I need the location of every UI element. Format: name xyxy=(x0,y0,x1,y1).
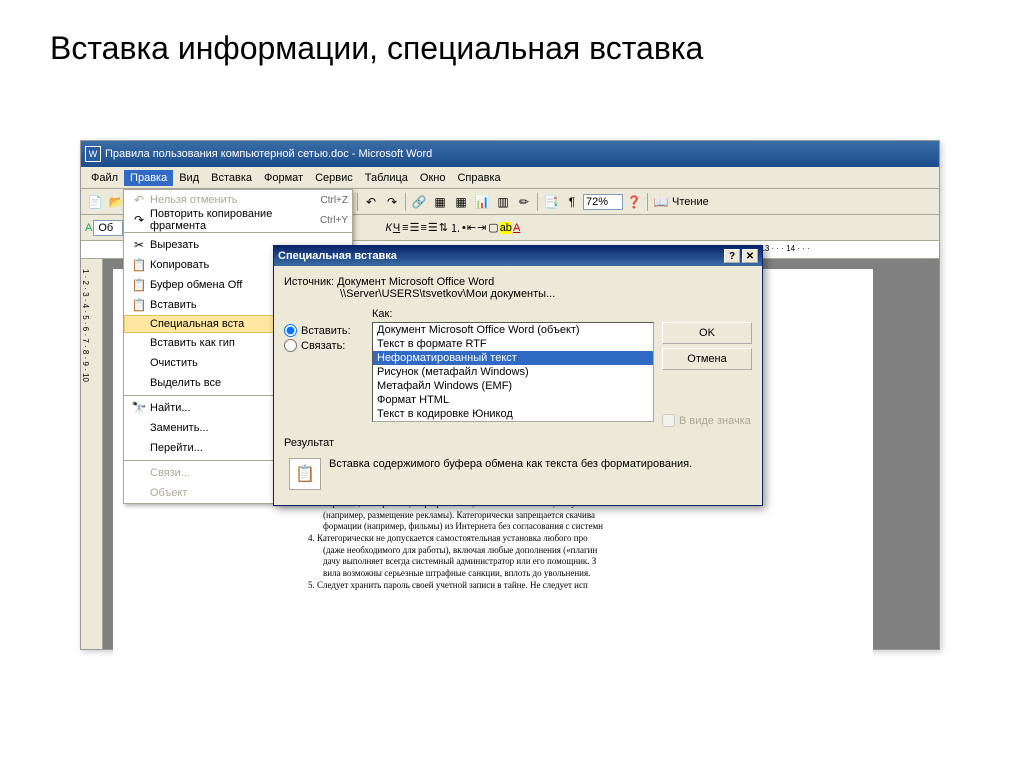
menu-format[interactable]: Формат xyxy=(258,170,309,186)
radio-paste[interactable]: Вставить: xyxy=(284,324,364,337)
doc-line: 4. Категорически не допускается самостоя… xyxy=(308,533,833,545)
doc-line: 5. Следует хранить пароль своей учетной … xyxy=(308,580,833,592)
source-label: Источник: xyxy=(284,276,334,288)
menu-insert[interactable]: Вставка xyxy=(205,170,258,186)
result-text: Вставка содержимого буфера обмена как те… xyxy=(329,458,747,470)
menu-file[interactable]: Файл xyxy=(85,170,124,186)
show-hide-icon[interactable]: ¶ xyxy=(562,192,582,212)
undo-icon: ↶ xyxy=(128,193,150,207)
font-color-icon[interactable]: A xyxy=(513,222,520,234)
menu-redo[interactable]: ↷ Повторить копирование фрагмента Ctrl+Y xyxy=(124,210,352,230)
list-item[interactable]: Рисунок (метафайл Windows) xyxy=(373,365,653,379)
vertical-ruler[interactable]: 1 · 2 · 3 · 4 · 5 · 6 · 7 · 8 · 9 · 10 xyxy=(81,259,103,649)
radio-link[interactable]: Связать: xyxy=(284,339,364,352)
list-item[interactable]: Текст в кодировке Юникод xyxy=(373,407,653,421)
cut-icon: ✂ xyxy=(128,238,150,252)
clipboard-result-icon: 📋 xyxy=(289,458,321,490)
borders-icon[interactable]: ▢ xyxy=(488,221,498,234)
menu-table[interactable]: Таблица xyxy=(359,170,414,186)
ok-button[interactable]: OK xyxy=(662,322,752,344)
cancel-button[interactable]: Отмена xyxy=(662,348,752,370)
source-path: \\Server\USERS\tsvetkov\Мои документы... xyxy=(340,288,555,300)
indent-dec-icon[interactable]: ⇤ xyxy=(467,221,476,234)
list-item[interactable]: Неформатированный текст xyxy=(373,351,653,365)
doc-line: формации (например, фильмы) из Интернета… xyxy=(323,521,833,533)
tables-borders-icon[interactable]: ▦ xyxy=(430,192,450,212)
undo-icon[interactable]: ↶ xyxy=(361,192,381,212)
doc-line: вила возможны серьезные штрафные санкции… xyxy=(323,568,833,580)
link-icon[interactable]: 🔗 xyxy=(409,192,429,212)
format-listbox[interactable]: Документ Microsoft Office Word (объект) … xyxy=(372,322,654,422)
menu-view[interactable]: Вид xyxy=(173,170,205,186)
doc-line: (даже необходимого для работы), включая … xyxy=(323,545,833,557)
new-doc-icon[interactable]: 📄 xyxy=(85,192,105,212)
line-spacing-icon[interactable]: ⇅ xyxy=(439,221,448,234)
source-text: Документ Microsoft Office Word xyxy=(337,276,494,288)
binoculars-icon: 🔭 xyxy=(128,401,150,415)
font-combo[interactable]: Об xyxy=(93,220,123,236)
list-item[interactable]: Формат HTML xyxy=(373,393,653,407)
slide-title: Вставка информации, специальная вставка xyxy=(0,0,1024,87)
titlebar: W Правила пользования компьютерной сетью… xyxy=(81,141,939,167)
doc-line: (например, размещение рекламы). Категори… xyxy=(323,510,833,522)
align-left-icon[interactable]: ≡ xyxy=(402,222,408,234)
redo-icon: ↷ xyxy=(128,213,150,227)
menu-undo: ↶ Нельзя отменить Ctrl+Z xyxy=(124,190,352,210)
icon-checkbox xyxy=(662,414,675,427)
read-icon[interactable]: 📖 xyxy=(651,192,671,212)
help-icon[interactable]: ❓ xyxy=(624,192,644,212)
result-label: Результат xyxy=(284,437,752,449)
dialog-titlebar[interactable]: Специальная вставка ? ✕ xyxy=(274,246,762,266)
window-title: Правила пользования компьютерной сетью.d… xyxy=(105,148,935,160)
clipboard-icon: 📋 xyxy=(128,278,150,292)
italic-icon[interactable]: К xyxy=(385,222,391,234)
menu-edit[interactable]: Правка xyxy=(124,170,173,186)
radio-paste-input[interactable] xyxy=(284,324,297,337)
menubar: Файл Правка Вид Вставка Формат Сервис Та… xyxy=(81,167,939,189)
excel-icon[interactable]: 📊 xyxy=(472,192,492,212)
radio-link-input[interactable] xyxy=(284,339,297,352)
zoom-combo[interactable]: 72% xyxy=(583,194,623,210)
redo-icon[interactable]: ↷ xyxy=(382,192,402,212)
paste-icon: 📋 xyxy=(128,298,150,312)
styles-icon[interactable]: A xyxy=(85,222,92,234)
menu-help[interactable]: Справка xyxy=(451,170,506,186)
menu-window[interactable]: Окно xyxy=(414,170,452,186)
indent-inc-icon[interactable]: ⇥ xyxy=(477,221,486,234)
menu-tools[interactable]: Сервис xyxy=(309,170,359,186)
columns-icon[interactable]: ▥ xyxy=(493,192,513,212)
highlight-icon[interactable]: ab xyxy=(500,222,512,234)
docmap-icon[interactable]: 📑 xyxy=(541,192,561,212)
close-button[interactable]: ✕ xyxy=(742,249,758,263)
list-item[interactable]: Текст в формате RTF xyxy=(373,337,653,351)
drawing-icon[interactable]: ✏ xyxy=(514,192,534,212)
reading-label[interactable]: Чтение xyxy=(672,196,709,208)
word-app-icon: W xyxy=(85,146,101,162)
justify-icon[interactable]: ☰ xyxy=(428,221,438,234)
dialog-title: Специальная вставка xyxy=(278,250,722,262)
copy-icon: 📋 xyxy=(128,258,150,272)
numbering-icon[interactable]: ⒈ xyxy=(450,220,461,236)
list-item[interactable]: Документ Microsoft Office Word (объект) xyxy=(373,323,653,337)
bullets-icon[interactable]: • xyxy=(462,222,466,234)
align-right-icon[interactable]: ≡ xyxy=(420,222,426,234)
doc-line: дачу выполняет всегда системный админист… xyxy=(323,556,833,568)
help-button[interactable]: ? xyxy=(724,249,740,263)
word-window: W Правила пользования компьютерной сетью… xyxy=(80,140,940,650)
insert-table-icon[interactable]: ▦ xyxy=(451,192,471,212)
icon-checkbox-row: В виде значка xyxy=(662,414,752,427)
as-label: Как: xyxy=(284,308,752,320)
align-center-icon[interactable]: ☰ xyxy=(410,221,420,234)
list-item[interactable]: Метафайл Windows (EMF) xyxy=(373,379,653,393)
paste-special-dialog: Специальная вставка ? ✕ Источник: Докуме… xyxy=(273,245,763,506)
underline-icon[interactable]: Ч xyxy=(393,222,400,234)
